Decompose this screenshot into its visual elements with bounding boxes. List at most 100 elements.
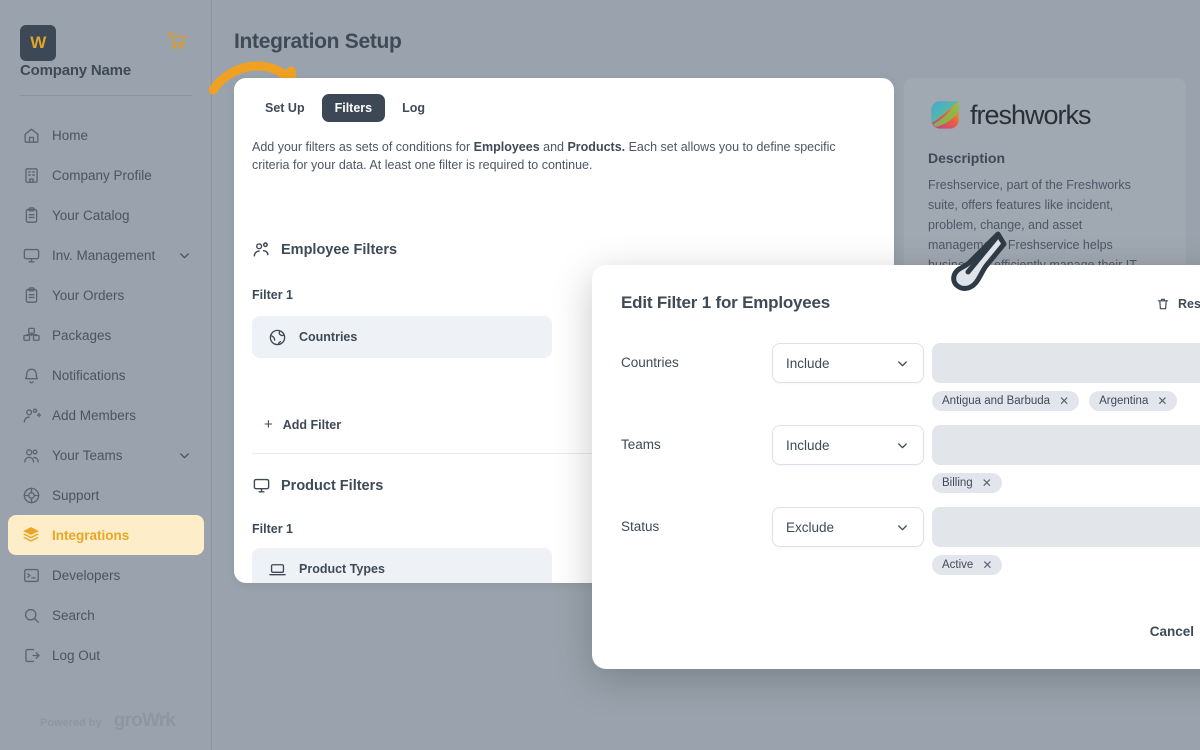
layers-icon <box>20 524 42 546</box>
modal-row-label-status: Status <box>621 519 659 534</box>
chevron-down-icon[interactable] <box>177 448 192 463</box>
sidebar-item-label: Search <box>52 608 192 623</box>
plus-icon: + <box>264 416 273 433</box>
chip-remove-icon[interactable]: ✕ <box>982 477 992 489</box>
chip-status-0[interactable]: Active ✕ <box>932 555 1002 575</box>
freshworks-name: freshworks <box>970 100 1091 131</box>
mode-select-value: Include <box>786 356 830 371</box>
employee-add-filter-button[interactable]: + Add Filter <box>264 416 341 433</box>
chip-countries-1[interactable]: Argentina ✕ <box>1089 391 1177 411</box>
product-filters-title: Product Filters <box>281 478 383 494</box>
sidebar-item-inv-management[interactable]: Inv. Management <box>8 235 204 275</box>
sidebar-item-add-members[interactable]: Add Members <box>8 395 204 435</box>
chevron-down-icon <box>895 520 910 535</box>
people-icon <box>252 240 271 259</box>
app-root: W Company Name Home Company Profile Your C… <box>0 0 1200 750</box>
employee-add-filter-label: Add Filter <box>283 418 341 432</box>
modal-row-status: Status Exclude Active ✕ <box>621 499 1200 581</box>
desc-bold-products: Products. <box>567 140 625 154</box>
sidebar-item-label: Add Members <box>52 408 192 423</box>
reset-all-filters-label: Reset All Filters <box>1178 297 1200 311</box>
chip-label: Argentina <box>1099 395 1148 407</box>
sidebar-item-your-catalog[interactable]: Your Catalog <box>8 195 204 235</box>
mode-select-value: Exclude <box>786 520 834 535</box>
sidebar-item-home[interactable]: Home <box>8 115 204 155</box>
chip-remove-icon[interactable]: ✕ <box>1059 395 1069 407</box>
company-name: Company Name <box>20 62 131 79</box>
freshworks-brand: freshworks <box>928 98 1162 132</box>
cancel-button[interactable]: Cancel <box>1150 624 1194 639</box>
tab-filters[interactable]: Filters <box>322 94 386 122</box>
search-icon <box>20 604 42 626</box>
sidebar-item-label: Home <box>52 128 192 143</box>
main-content: Integration Setup Set UpFiltersLog Add y… <box>212 0 1200 750</box>
desc-bold-employees: Employees <box>474 140 540 154</box>
powered-by-label: Powered by <box>40 717 102 729</box>
clipboard-icon <box>20 284 42 306</box>
sidebar-item-integrations[interactable]: Integrations <box>8 515 204 555</box>
bell-icon <box>20 364 42 386</box>
modal-title: Edit Filter 1 for Employees <box>621 293 830 313</box>
clipboard-icon <box>20 204 42 226</box>
tab-set-up[interactable]: Set Up <box>252 94 318 122</box>
growrk-logo: groWrk <box>114 710 175 732</box>
value-input-countries[interactable] <box>932 343 1200 383</box>
chip-label: Antigua and Barbuda <box>942 395 1050 407</box>
powered-by-footer: Powered by groWrk <box>40 710 175 732</box>
employee-filter-1-label: Filter 1 <box>252 288 293 302</box>
product-filters-heading: Product Filters <box>252 476 383 495</box>
product-filter-row-types[interactable]: Product Types <box>252 548 552 583</box>
trash-icon <box>1156 297 1170 311</box>
sidebar-item-company-profile[interactable]: Company Profile <box>8 155 204 195</box>
chips-teams: Billing✕ <box>932 473 1002 493</box>
sidebar-item-label: Your Catalog <box>52 208 192 223</box>
company-logo: W <box>20 25 56 61</box>
sidebar-item-label: Developers <box>52 568 192 583</box>
sidebar-item-label: Log Out <box>52 648 192 663</box>
sidebar-item-your-orders[interactable]: Your Orders <box>8 275 204 315</box>
chip-remove-icon[interactable]: ✕ <box>1157 395 1167 407</box>
mode-select-value: Include <box>786 438 830 453</box>
sidebar-item-label: Packages <box>52 328 192 343</box>
tab-log[interactable]: Log <box>389 94 438 122</box>
reset-all-filters-button[interactable]: Reset All Filters <box>1156 297 1200 311</box>
freshworks-leaf-logo <box>928 98 962 132</box>
sidebar-item-your-teams[interactable]: Your Teams <box>8 435 204 475</box>
employee-filter-row-countries[interactable]: Countries <box>252 316 552 358</box>
employee-filters-title: Employee Filters <box>281 242 397 258</box>
description-heading: Description <box>928 150 1162 166</box>
product-filter-1-label: Filter 1 <box>252 522 293 536</box>
sidebar-item-support[interactable]: Support <box>8 475 204 515</box>
mode-select-countries[interactable]: Include <box>772 343 924 383</box>
sidebar: W Company Name Home Company Profile Your C… <box>0 0 212 750</box>
chip-label: Active <box>942 559 973 571</box>
terminal-icon <box>20 564 42 586</box>
value-input-teams[interactable] <box>932 425 1200 465</box>
page-title: Integration Setup <box>234 30 402 54</box>
user-plus-icon <box>20 404 42 426</box>
employee-filter-row-label: Countries <box>299 330 357 344</box>
sidebar-item-label: Inv. Management <box>52 248 177 263</box>
sidebar-item-label: Support <box>52 488 192 503</box>
shopping-cart-icon[interactable] <box>166 29 188 56</box>
employee-filters-heading: Employee Filters <box>252 240 397 259</box>
edit-filter-modal: Edit Filter 1 for Employees Reset All Fi… <box>592 265 1200 669</box>
brand-row: W <box>20 25 192 61</box>
chip-countries-0[interactable]: Antigua and Barbuda ✕ <box>932 391 1079 411</box>
sidebar-item-packages[interactable]: Packages <box>8 315 204 355</box>
chip-teams-0[interactable]: Billing✕ <box>932 473 1002 493</box>
modal-row-teams: TeamsIncludeBilling✕ <box>621 417 1200 499</box>
filters-description: Add your filters as sets of conditions f… <box>252 138 867 174</box>
lifebuoy-icon <box>20 484 42 506</box>
chips-status: Active ✕ <box>932 555 1002 575</box>
mode-select-teams[interactable]: Include <box>772 425 924 465</box>
sidebar-item-log-out[interactable]: Log Out <box>8 635 204 675</box>
sidebar-item-notifications[interactable]: Notifications <box>8 355 204 395</box>
modal-row-label-countries: Countries <box>621 355 679 370</box>
value-input-status[interactable] <box>932 507 1200 547</box>
chevron-down-icon[interactable] <box>177 248 192 263</box>
sidebar-item-search[interactable]: Search <box>8 595 204 635</box>
sidebar-item-developers[interactable]: Developers <box>8 555 204 595</box>
chip-remove-icon[interactable]: ✕ <box>982 559 992 571</box>
mode-select-status[interactable]: Exclude <box>772 507 924 547</box>
